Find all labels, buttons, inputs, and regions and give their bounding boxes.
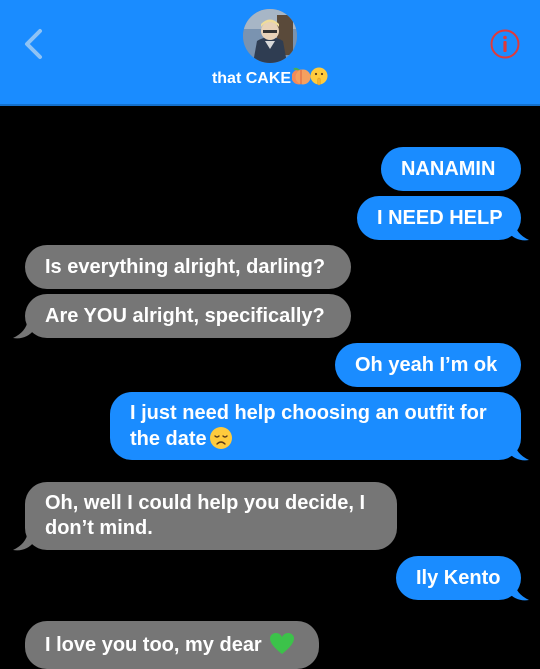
message-text: Ily Kento (416, 566, 501, 589)
contact-name[interactable]: that CAKE (0, 66, 540, 91)
header-divider (0, 104, 540, 106)
green-heart-emoji (270, 633, 295, 654)
message-text-container: I just need help choosing an outfit for … (130, 401, 501, 452)
bubble-tail (13, 320, 34, 339)
bubble-tail (508, 442, 529, 461)
message-text: NANAMIN (401, 157, 496, 180)
message-text: I just need help choosing an outfit for … (130, 401, 487, 450)
disappointed-face-emoji (209, 426, 232, 449)
message-text: I love you too, my dear (45, 634, 262, 656)
bubble-tail (508, 222, 529, 241)
message-text: Is everything alright, darling? (45, 255, 326, 278)
conversation-header: that CAKE (0, 0, 540, 105)
message-bubble-outgoing[interactable]: NANAMIN (381, 147, 521, 191)
bubble-tail (13, 532, 34, 551)
message-text: Oh, well I could help you decide, I don’… (45, 492, 366, 539)
avatar-image (243, 9, 297, 63)
contact-name-text: that CAKE (211, 70, 292, 87)
bubble-tail (508, 582, 529, 601)
peach-emoji (291, 67, 311, 85)
message-bubble-outgoing[interactable]: Oh yeah I’m ok (335, 343, 521, 387)
message-bubble-outgoing[interactable]: Ily Kento (396, 556, 521, 600)
message-bubble-incoming[interactable]: Is everything alright, darling? (25, 245, 351, 289)
info-icon[interactable] (490, 29, 520, 59)
message-text: Oh yeah I’m ok (355, 353, 498, 376)
message-bubble-incoming[interactable]: Oh, well I could help you decide, I don’… (25, 482, 397, 550)
message-text-container: I love you too, my dear (45, 632, 295, 658)
message-bubble-outgoing[interactable]: I just need help choosing an outfit for … (110, 392, 521, 460)
message-bubble-incoming[interactable]: I love you too, my dear (25, 621, 319, 669)
chevron-left-icon[interactable] (20, 28, 48, 60)
message-bubble-outgoing[interactable]: I NEED HELP (357, 196, 521, 240)
message-text: I NEED HELP (377, 206, 503, 229)
contact-avatar[interactable] (243, 9, 297, 63)
message-bubble-incoming[interactable]: Are YOU alright, specifically? (25, 294, 351, 338)
message-text: Are YOU alright, specifically? (45, 304, 325, 327)
shushing-face-emoji (310, 67, 328, 86)
contact-emojis (291, 66, 328, 91)
